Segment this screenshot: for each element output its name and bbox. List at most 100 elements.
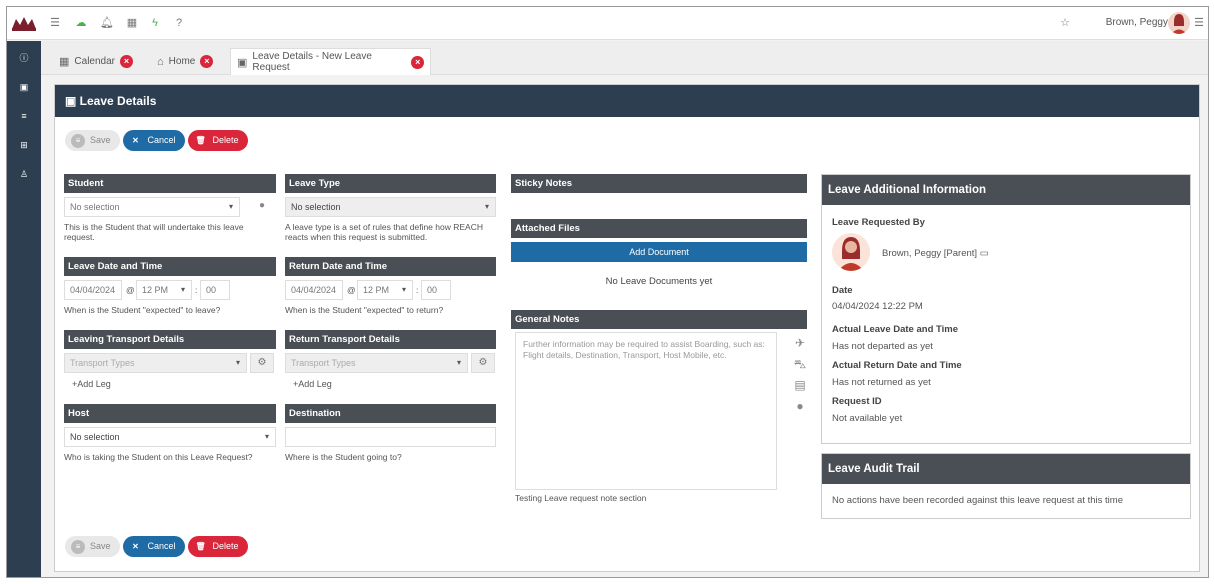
star-icon[interactable]: ☆ [1058,16,1072,30]
app-window: ☰ ☁ 🔔︎ ▦ ϟ ? ☆ Brown, Peggy ☰ ⓘ ▣ ≡ ⊞ ♙ … [6,6,1209,578]
trash-icon: 🗑︎ [195,541,206,551]
user-name[interactable]: Brown, Peggy [1106,17,1168,28]
close-icon[interactable]: × [120,55,133,68]
tab-label: Calendar [74,56,115,67]
leaving-transport-header: Leaving Transport Details [64,330,276,349]
leave-date-input[interactable]: 04/04/2024 [64,280,122,300]
time-colon: : [195,285,198,295]
gear-icon[interactable]: ⚙ [471,353,495,373]
close-icon[interactable]: × [200,55,214,68]
at-symbol: @ [126,285,135,295]
destination-header: Destination [285,404,496,423]
bell-icon[interactable]: 🔔︎ [100,16,114,30]
cancel-button[interactable]: ✕ Cancel [122,536,185,557]
cancel-label: Cancel [147,541,176,551]
chevron-down-icon: ▾ [401,285,406,294]
top-bar: ☰ ☁ 🔔︎ ▦ ϟ ? ☆ Brown, Peggy ☰ [7,7,1208,40]
airplane-icon[interactable]: ✈ [790,336,810,357]
top-action-bar: ≡ Save ✕ Cancel 🗑︎ Delete [65,130,251,152]
save-button[interactable]: ≡ Save [65,536,120,557]
user-avatar[interactable] [1168,12,1190,34]
tab-calendar[interactable]: ▦ Calendar × [53,48,139,75]
save-button[interactable]: ≡ Save [65,130,120,151]
person-icon[interactable]: ● [790,399,810,420]
additional-info-header: Leave Additional Information [822,175,1190,205]
student-select[interactable]: No selection ▾ [64,197,240,217]
audit-trail-panel: Leave Audit Trail No actions have been r… [821,453,1191,519]
host-help: Who is taking the Student on this Leave … [64,452,253,462]
panel-title: Leave Details [79,94,157,108]
delete-label: Delete [212,541,239,551]
car-icon[interactable]: ⛍ [790,357,810,378]
actual-return-value: Has not returned as yet [832,377,931,388]
general-notes-header: General Notes [511,310,807,329]
actual-leave-label: Actual Leave Date and Time [832,324,959,335]
tab-bar: ▦ Calendar × ⌂ Home × ▣ Leave Details - … [41,41,1208,75]
person-picker-icon[interactable]: ● [250,197,274,217]
school-logo[interactable] [11,14,37,32]
return-add-leg[interactable]: +Add Leg [293,379,332,389]
lightning-icon[interactable]: ϟ [148,16,162,30]
tab-label: Home [168,56,196,67]
leave-minute-input[interactable]: 00 [200,280,230,300]
audit-trail-header: Leave Audit Trail [822,454,1190,484]
return-hour-value: 12 PM [363,285,390,295]
general-notes-textarea[interactable]: Further information may be required to a… [515,332,777,490]
briefcase-icon[interactable]: ▣ [18,81,30,93]
leaving-add-leg[interactable]: +Add Leg [72,379,111,389]
cloud-icon[interactable]: ☁ [74,16,88,30]
bus-icon[interactable]: ▤ [790,378,810,399]
leave-type-select[interactable]: No selection ▾ [285,197,496,217]
close-icon[interactable]: × [411,55,424,69]
return-transport-select[interactable]: Transport Types ▾ [285,353,468,373]
leave-type-header: Leave Type [285,174,496,193]
chevron-down-icon: ▾ [264,432,269,441]
briefcase-icon: ▣ [237,56,248,69]
student-header: Student [64,174,276,193]
leaving-transport-placeholder: Transport Types [70,358,135,368]
delete-button[interactable]: 🗑︎ Delete [187,130,248,151]
tab-home[interactable]: ⌂ Home × [151,48,219,75]
gift-icon[interactable]: ⊞ [18,139,30,151]
menu-icon[interactable]: ☰ [48,16,62,30]
list-icon[interactable]: ≡ [18,110,30,122]
leave-hour-value: 12 PM [142,285,169,295]
tab-leave-details[interactable]: ▣ Leave Details - New Leave Request × [230,48,431,75]
requested-by-label: Leave Requested By [832,217,925,228]
save-label: Save [90,541,111,551]
info-icon[interactable]: ⓘ [18,52,30,64]
leave-type-value: No selection [291,202,341,212]
cancel-button[interactable]: ✕ Cancel [122,130,185,151]
date-value: 04/04/2024 12:22 PM [832,301,923,312]
date-label: Date [832,285,853,296]
requester-name: Brown, Peggy [Parent] ▭ [882,248,989,259]
return-date-header: Return Date and Time [285,257,496,276]
chevron-down-icon: ▾ [180,285,185,294]
person-icon[interactable]: ♙ [18,168,30,180]
gear-icon[interactable]: ⚙ [250,353,274,373]
request-id-label: Request ID [832,396,882,407]
at-symbol: @ [347,285,356,295]
chevron-down-icon: ▾ [456,358,461,367]
home-icon: ⌂ [157,55,164,68]
host-select[interactable]: No selection ▾ [64,427,276,447]
monitor-icon: ▭ [979,248,989,259]
menu-right-icon[interactable]: ☰ [1192,16,1206,30]
return-date-input[interactable]: 04/04/2024 [285,280,343,300]
help-icon[interactable]: ? [172,16,186,30]
calendar-icon[interactable]: ▦ [125,16,139,30]
return-minute-input[interactable]: 00 [421,280,451,300]
audit-trail-message: No actions have been recorded against th… [832,495,1123,506]
add-leg-label: Add Leg [77,379,111,389]
return-hour-select[interactable]: 12 PM ▾ [357,280,413,300]
leave-date-header: Leave Date and Time [64,257,276,276]
save-label: Save [90,135,111,145]
leaving-transport-select[interactable]: Transport Types ▾ [64,353,247,373]
add-document-button[interactable]: Add Document [511,242,807,262]
return-transport-header: Return Transport Details [285,330,496,349]
destination-input[interactable] [285,427,496,447]
leave-type-help: A leave type is a set of rules that defi… [285,222,483,242]
delete-button[interactable]: 🗑︎ Delete [187,536,248,557]
add-leg-label: Add Leg [298,379,332,389]
leave-hour-select[interactable]: 12 PM ▾ [136,280,192,300]
